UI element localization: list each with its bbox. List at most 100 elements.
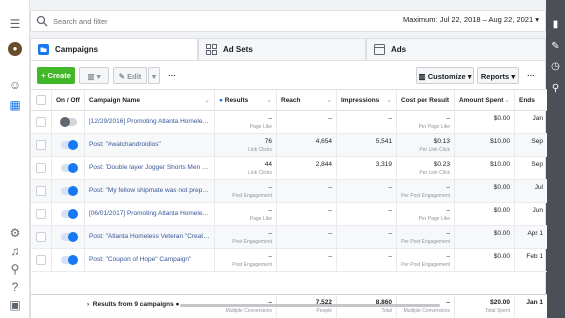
results-summary[interactable]: › Results from 9 campaigns ● — [87, 301, 179, 308]
campaign-name-link[interactable]: Post: "Atlanta Homeless Veteran "Creatin… — [85, 226, 215, 248]
results-cell: – Page Like — [215, 203, 277, 225]
pencil-icon[interactable]: ✎ — [549, 40, 562, 53]
table-row[interactable]: Post: "My fellow shipmate was not prepar… — [31, 180, 547, 203]
sub-label: Per Post Engagement — [401, 262, 450, 268]
col-onoff[interactable]: On / Off — [52, 90, 85, 111]
on-off-toggle[interactable] — [61, 255, 78, 265]
row-checkbox[interactable] — [36, 209, 46, 219]
row-toggle-cell — [52, 226, 85, 248]
table-row[interactable]: [12/29/2016] Promoting Atlanta Homeless … — [31, 111, 547, 134]
tab-label: Ad Sets — [223, 45, 253, 54]
on-off-toggle[interactable] — [61, 140, 78, 150]
sort-icon: ⌄ — [326, 97, 332, 104]
table-row[interactable]: Post: "#watchandroidios" 76 Link Clicks 4,6… — [31, 134, 547, 157]
sub-label: Per Page Like — [418, 124, 450, 130]
value: – — [446, 184, 450, 191]
sub-label: Link Clicks — [248, 170, 272, 176]
amount-spent-cell: $0.00 — [455, 111, 515, 133]
gear-icon[interactable]: ⚙ — [8, 226, 22, 240]
search-icon — [36, 15, 48, 27]
tab-ads[interactable]: Ads — [366, 38, 546, 60]
ends-cell: Sep — [515, 134, 547, 156]
sub-label: Total Spent — [484, 308, 510, 314]
table-row[interactable]: Post: "Coupon of Hope" Campaign" – Post En… — [31, 249, 547, 272]
sort-icon: ⌄ — [266, 97, 272, 104]
create-button[interactable]: + Create — [37, 67, 75, 84]
value: Apr 1 — [527, 230, 543, 237]
on-off-toggle[interactable] — [60, 117, 77, 127]
info-icon: ● — [219, 97, 223, 104]
more-actions-button[interactable]: ··· — [165, 67, 179, 84]
toggle-knob — [68, 232, 78, 242]
amount-spent-cell: $0.00 — [455, 180, 515, 202]
chart-icon[interactable]: ▮ — [549, 18, 562, 31]
edit-button[interactable]: ✎ Edit — [113, 67, 147, 84]
row-checkbox[interactable] — [36, 140, 46, 150]
on-off-toggle[interactable] — [61, 209, 78, 219]
search-icon[interactable]: ⚲ — [8, 262, 22, 276]
on-off-toggle[interactable] — [61, 186, 78, 196]
value: – — [446, 299, 450, 306]
col-campaign-name[interactable]: Campaign Name ⌄ — [85, 90, 215, 111]
row-toggle-cell — [52, 180, 85, 202]
row-checkbox[interactable] — [36, 255, 46, 265]
report-icon[interactable]: ▣ — [8, 298, 22, 312]
campaign-name-link[interactable]: [12/29/2016] Promoting Atlanta Homeless … — [85, 111, 215, 133]
row-checkbox[interactable] — [36, 232, 46, 242]
row-checkbox[interactable] — [36, 117, 46, 127]
help-icon[interactable]: ? — [8, 280, 22, 294]
value: $10.00 — [490, 161, 510, 168]
campaign-name-link[interactable]: [06/01/2017] Promoting Atlanta Homeless … — [85, 203, 215, 225]
horizontal-scrollbar[interactable] — [180, 304, 440, 307]
row-select-cell — [31, 249, 52, 271]
search-icon[interactable]: ⚲ — [549, 82, 562, 95]
col-reach[interactable]: Reach ⌄ — [277, 90, 337, 111]
tab-ad-sets[interactable]: Ad Sets — [198, 38, 366, 60]
tab-campaigns[interactable]: Campaigns — [30, 38, 198, 60]
reports-button[interactable]: Reports ▾ — [477, 67, 519, 84]
campaign-name-link[interactable]: Post: 'Double layer Jogger Shorts Men 2 … — [85, 157, 215, 179]
overflow-button[interactable]: ··· — [523, 67, 539, 84]
row-checkbox[interactable] — [36, 186, 46, 196]
table-icon[interactable]: ▦ — [8, 98, 22, 112]
toggle-knob — [68, 163, 78, 173]
edit-dropdown-button[interactable]: ▾ — [148, 67, 160, 84]
col-cost-per-result[interactable]: Cost per Result ⌄ — [397, 90, 455, 111]
smiley-icon[interactable]: ☺ — [8, 78, 22, 92]
table-row[interactable]: Post: "Atlanta Homeless Veteran "Creatin… — [31, 226, 547, 249]
on-off-toggle[interactable] — [61, 163, 78, 173]
on-off-toggle[interactable] — [61, 232, 78, 242]
avatar[interactable]: ● — [8, 42, 22, 56]
campaign-name-link[interactable]: Post: "My fellow shipmate was not prepar… — [85, 180, 215, 202]
col-amount-spent[interactable]: Amount Spent ⌄ — [455, 90, 515, 111]
row-checkbox[interactable] — [36, 163, 46, 173]
select-all-checkbox[interactable] — [36, 95, 46, 105]
campaign-name-link[interactable]: Post: "Coupon of Hope" Campaign" — [85, 249, 215, 271]
col-ends[interactable]: Ends — [515, 90, 547, 111]
bell-icon[interactable]: ♫ — [8, 244, 22, 258]
menu-icon[interactable]: ☰ — [8, 17, 22, 31]
campaign-name-link[interactable]: Post: "#watchandroidios" — [85, 134, 215, 156]
value: – — [328, 115, 332, 122]
sub-label: Per Post Engagement — [401, 193, 450, 199]
clock-icon[interactable]: ◷ — [549, 60, 562, 73]
date-range-picker[interactable]: Maximum: Jul 22, 2018 – Aug 22, 2021 ▾ — [403, 15, 539, 24]
value: Jan — [532, 115, 543, 122]
col-results[interactable]: ● Results ⌄ — [215, 90, 277, 111]
col-impressions[interactable]: Impressions ⌄ — [337, 90, 397, 111]
date-range-label: Maximum: Jul 22, 2018 – Aug 22, 2021 — [403, 15, 534, 24]
search-input[interactable] — [53, 14, 313, 29]
table-row[interactable]: [06/01/2017] Promoting Atlanta Homeless … — [31, 203, 547, 226]
customize-button[interactable]: ▥ Customize ▾ — [416, 67, 474, 84]
amount-spent-cell: $10.00 — [455, 157, 515, 179]
impressions-cell: – — [337, 111, 397, 133]
value: – — [388, 253, 392, 260]
value: – — [446, 115, 450, 122]
col-label: Impressions — [341, 97, 380, 104]
cost-cell: – Per Page Like — [397, 203, 455, 225]
sub-label: Per Page Like — [418, 216, 450, 222]
duplicate-button[interactable]: ▥ ▾ — [79, 67, 109, 84]
table-row[interactable]: Post: 'Double layer Jogger Shorts Men 2 … — [31, 157, 547, 180]
sub-label: Post Engagement — [232, 262, 272, 268]
chevron-down-icon: ▾ — [511, 72, 516, 81]
